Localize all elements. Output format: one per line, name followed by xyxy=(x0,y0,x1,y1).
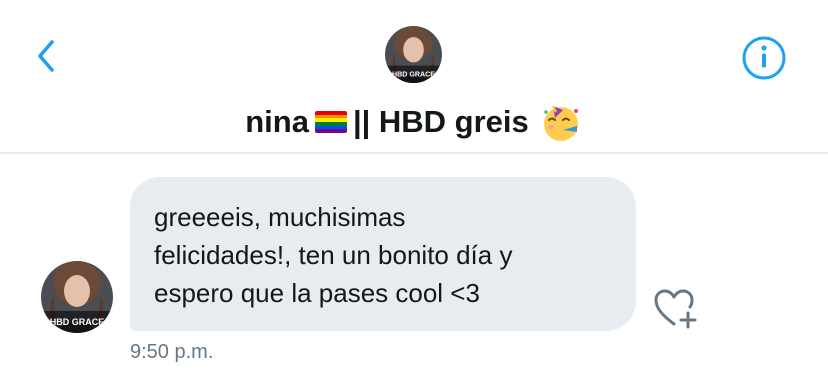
message-timestamp: 9:50 p.m. xyxy=(130,341,214,363)
back-chevron-icon[interactable] xyxy=(28,36,68,76)
heart-plus-icon[interactable] xyxy=(652,286,700,330)
message-bubble[interactable]: greeeeis, muchisimas felicidades!, ten u… xyxy=(130,177,636,331)
header-avatar[interactable]: HBD GRACE xyxy=(385,26,442,83)
conversation-header: HBD GRACE nina || HBD greis xyxy=(0,0,828,154)
header-avatar-caption: HBD GRACE xyxy=(392,71,435,79)
sender-avatar[interactable]: HBD GRACE xyxy=(41,261,113,333)
sender-avatar-caption: HBD GRACE xyxy=(50,317,105,327)
title-name-prefix: nina xyxy=(245,104,309,139)
message-text: greeeeis, muchisimas felicidades!, ten u… xyxy=(154,202,513,308)
conversation-title: nina || HBD greis xyxy=(0,100,828,144)
info-icon[interactable] xyxy=(741,35,787,81)
partying-face-icon xyxy=(543,105,578,141)
rainbow-flag-icon xyxy=(314,111,347,133)
title-name-suffix: || HBD greis xyxy=(352,104,529,139)
